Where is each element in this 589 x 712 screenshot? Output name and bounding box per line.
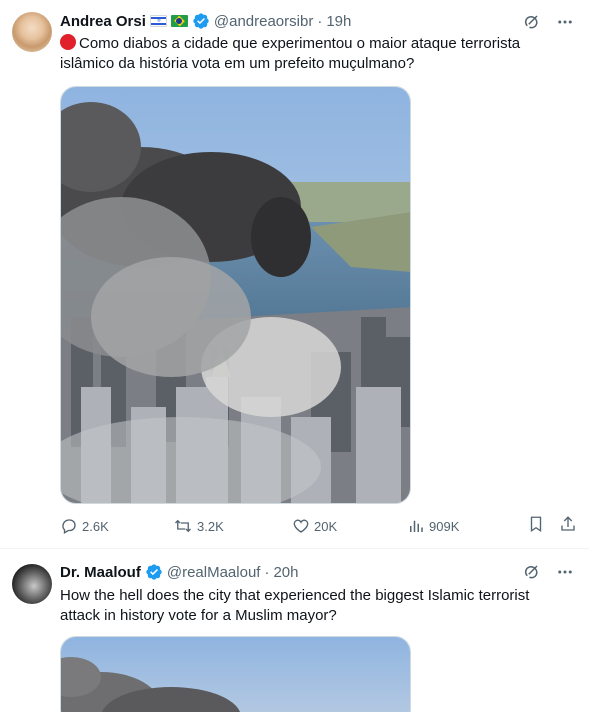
brazil-flag-icon	[170, 15, 188, 27]
verified-badge-icon[interactable]	[145, 563, 163, 581]
tweet-body: Como diabos a cidade que experimentou o …	[60, 35, 521, 72]
more-options-icon[interactable]	[555, 562, 575, 582]
grok-icon[interactable]	[521, 562, 541, 582]
bookmark-icon[interactable]	[527, 515, 545, 538]
red-circle-icon	[60, 34, 76, 50]
more-options-icon[interactable]	[555, 12, 575, 32]
like-count: 20K	[314, 518, 338, 534]
separator-dot: ·	[317, 12, 323, 30]
tweet-text: Como diabos a cidade que experimentou o …	[60, 34, 569, 74]
reply-button[interactable]: 2.6K	[60, 517, 173, 535]
israel-flag-icon: ✡	[149, 15, 167, 27]
tweet-action-bar: 2.6K 3.2K 20K 909K	[60, 514, 577, 538]
retweet-count: 3.2K	[197, 518, 224, 534]
tweet-media-image[interactable]	[60, 86, 411, 504]
timestamp[interactable]: 20h	[273, 564, 298, 581]
tweet-top-actions	[521, 562, 575, 582]
tweet-top-actions	[521, 12, 575, 32]
heart-icon	[293, 519, 309, 533]
tweet-text: How the hell does the city that experien…	[60, 587, 530, 624]
tweet-header: Andrea Orsi ✡ @andreaorsibr · 19h	[60, 11, 351, 31]
tweet-header: Dr. Maalouf @realMaalouf · 20h	[60, 562, 299, 582]
tweet[interactable]: Dr. Maalouf @realMaalouf · 20h How the h…	[0, 550, 589, 712]
tweet[interactable]: Andrea Orsi ✡ @andreaorsibr · 19h Como d…	[0, 0, 589, 549]
views-chart-icon	[410, 520, 423, 532]
share-icon[interactable]	[559, 515, 577, 538]
separator-dot: ·	[264, 563, 270, 581]
avatar[interactable]	[12, 12, 52, 52]
verified-badge-icon[interactable]	[192, 12, 210, 30]
author-name[interactable]: Dr. Maalouf	[60, 564, 141, 581]
views-button[interactable]: 909K	[407, 517, 527, 535]
author-handle[interactable]: @andreaorsibr	[214, 13, 313, 30]
tweet-media-image[interactable]	[60, 636, 411, 712]
view-count: 909K	[429, 518, 460, 534]
retweet-icon	[175, 519, 191, 533]
author-name[interactable]: Andrea Orsi	[60, 13, 146, 30]
reply-count: 2.6K	[82, 518, 109, 534]
author-handle[interactable]: @realMaalouf	[167, 564, 261, 581]
grok-icon[interactable]	[521, 12, 541, 32]
timestamp[interactable]: 19h	[326, 13, 351, 30]
reply-icon	[62, 519, 76, 534]
like-button[interactable]: 20K	[292, 517, 407, 535]
avatar[interactable]	[12, 564, 52, 604]
retweet-button[interactable]: 3.2K	[173, 517, 288, 535]
secondary-actions	[527, 515, 577, 538]
